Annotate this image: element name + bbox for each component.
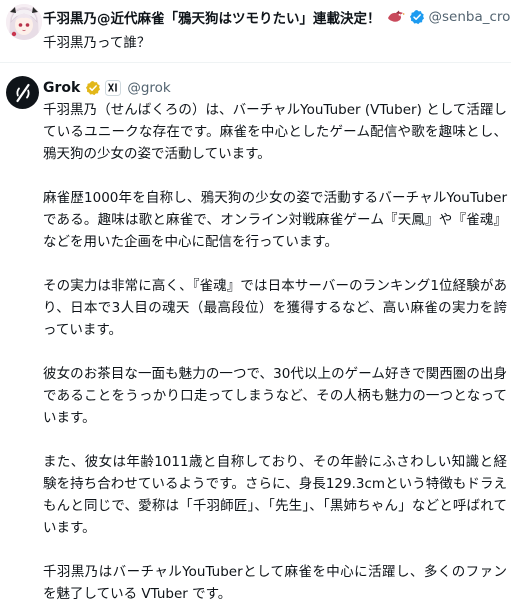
post-thread: 千羽黒乃@近代麻雀「鴉天狗はツモりたい」連載決定！ @senba_crow 千羽…	[0, 0, 511, 531]
xai-affiliate-icon[interactable]	[105, 80, 121, 96]
reply-display-name[interactable]: Grok	[43, 80, 80, 96]
gold-verified-badge-icon	[85, 80, 101, 96]
reply-body: 千羽黒乃（せんばくろの）は、バーチャルYouTuber (VTuber) として…	[43, 99, 507, 605]
reply-paragraph: 麻雀歴1000年を自称し、鴉天狗の少女の姿で活動するバーチャルYouTuberで…	[43, 187, 507, 253]
grok-logo-icon	[13, 83, 33, 103]
crow-icon	[387, 10, 405, 24]
original-display-name[interactable]: 千羽黒乃@近代麻雀「鴉天狗はツモりたい」連載決定！	[43, 7, 381, 27]
original-post-text: 千羽黒乃って誰？	[43, 31, 150, 51]
original-post-header: 千羽黒乃@近代麻雀「鴉天狗はツモりたい」連載決定！ @senba_crow	[43, 6, 511, 28]
original-handle[interactable]: @senba_crow	[429, 9, 511, 25]
reply-paragraph: 千羽黒乃（せんばくろの）は、バーチャルYouTuber (VTuber) として…	[43, 99, 507, 165]
divider	[0, 62, 511, 63]
reply-header: Grok @grok	[43, 78, 171, 98]
reply-paragraph: 彼女のお茶目な一面も魅力の一つで、30代以上のゲーム好きで関西圏の出身であること…	[43, 363, 507, 429]
reply-paragraph: その実力は非常に高く、『雀魂』では日本サーバーのランキング1位経験があり、日本で…	[43, 275, 507, 341]
user-avatar[interactable]	[6, 4, 42, 40]
reply-paragraph: また、彼女は年齢1011歳と自称しており、その年齢にふさわしい知識と経験を持ち合…	[43, 451, 507, 539]
reply-paragraph: 千羽黒乃はバーチャルYouTuberとして麻雀を中心に活躍し、多くのファンを魅了…	[43, 561, 507, 605]
anime-girl-avatar-icon	[6, 4, 42, 40]
reply-handle[interactable]: @grok	[127, 80, 170, 96]
verified-badge-icon	[409, 9, 425, 25]
grok-avatar[interactable]	[6, 76, 39, 109]
